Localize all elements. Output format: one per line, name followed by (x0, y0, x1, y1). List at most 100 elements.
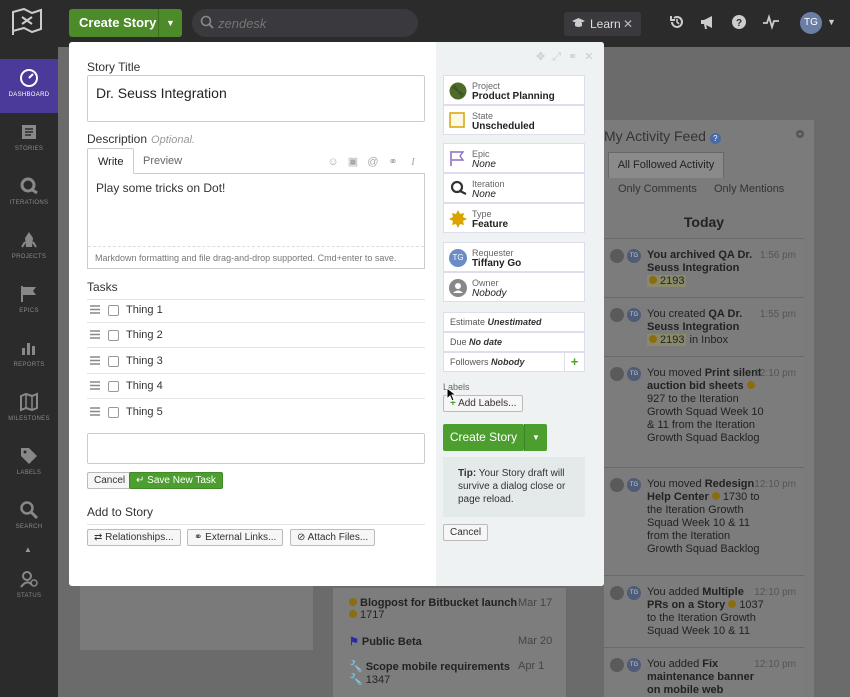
create-story-submit-button[interactable]: Create Story (443, 424, 524, 451)
move-icon[interactable]: ✥ (536, 50, 545, 63)
story-id: 1717 (360, 609, 385, 621)
external-links-button[interactable]: ⚭ External Links... (187, 529, 284, 546)
task-text[interactable]: Thing 1 (126, 304, 163, 316)
nav-item-dashboard[interactable]: DASHBOARD (0, 59, 58, 113)
search-bar[interactable] (192, 9, 418, 37)
activity-item[interactable]: TG 1:55 pm You created QA Dr. Seuss Inte… (604, 297, 804, 356)
task-checkbox[interactable] (108, 305, 119, 316)
nav-item-milestones[interactable]: MILESTONES (0, 383, 58, 437)
state-field[interactable]: State Unscheduled (443, 105, 585, 135)
task-row[interactable]: Thing 5 (87, 400, 425, 425)
cancel-button[interactable]: Cancel (443, 524, 489, 541)
attach-files-button[interactable]: ⊘ Attach Files... (290, 529, 376, 546)
task-row[interactable]: Thing 2 (87, 323, 425, 348)
drag-handle-icon[interactable] (90, 305, 100, 314)
new-task-input[interactable] (87, 433, 425, 464)
expand-icon[interactable]: ⤢ (552, 51, 561, 64)
nav-item-projects[interactable]: PROJECTS (0, 221, 58, 275)
task-text[interactable]: Thing 2 (126, 329, 163, 341)
clubhouse-logo-icon[interactable] (10, 8, 44, 36)
drag-handle-icon[interactable] (90, 356, 100, 365)
drag-handle-icon[interactable] (90, 381, 100, 390)
nav-item-status[interactable]: STATUS (0, 560, 58, 614)
relationships-button[interactable]: ⇄ Relationships... (87, 529, 181, 546)
close-icon[interactable]: ✕ (584, 50, 593, 63)
task-checkbox[interactable] (108, 407, 119, 418)
drag-handle-icon[interactable] (90, 330, 100, 339)
activity-pulse-icon[interactable] (763, 14, 779, 30)
iteration-field[interactable]: Iteration None (443, 173, 585, 203)
nav-label: STORIES (14, 146, 44, 152)
save-new-task-button[interactable]: ↵ Save New Task (129, 472, 223, 489)
user-avatar[interactable]: TG (800, 12, 822, 34)
list-item[interactable]: 🔧 Scope mobile requirements Apr 1 🔧 1347 (349, 660, 544, 686)
tab-write[interactable]: Write (87, 148, 135, 174)
task-text[interactable]: Thing 5 (126, 406, 163, 418)
activity-item[interactable]: TG 12:10 pm You added Multiple PRs on a … (604, 575, 804, 647)
create-story-submit-label: Create Story (449, 430, 518, 444)
activity-item[interactable]: TG 12:10 pm You added Fix maintenance ba… (604, 647, 804, 697)
search-input[interactable] (218, 13, 408, 33)
cancel-task-button[interactable]: Cancel (87, 472, 133, 489)
history-icon[interactable] (669, 14, 685, 30)
projects-icon (21, 232, 37, 248)
story-dot-icon (746, 381, 755, 389)
chevron-down-icon[interactable]: ▼ (827, 17, 836, 27)
task-row[interactable]: Thing 3 (87, 349, 425, 374)
task-checkbox[interactable] (108, 381, 119, 392)
help-icon[interactable]: ? (731, 14, 747, 30)
description-editor[interactable]: Play some tricks on Dot! Markdown format… (87, 173, 425, 269)
list-item-date: Apr 1 (518, 660, 545, 672)
mention-icon[interactable]: @ (367, 156, 379, 168)
relationships-icon: ⇄ (94, 532, 103, 543)
activity-item[interactable]: TG 12:10 pm You moved Print silent aucti… (604, 356, 804, 467)
close-icon[interactable]: ✕ (623, 12, 633, 36)
epic-field[interactable]: Epic None (443, 143, 585, 173)
gear-icon[interactable] (794, 128, 806, 140)
tab-preview[interactable]: Preview (133, 148, 192, 174)
nav-item-epics[interactable]: EPICS (0, 275, 58, 329)
learn-button[interactable]: Learn ✕ (564, 12, 641, 36)
megaphone-icon[interactable] (699, 14, 715, 30)
chevron-down-icon[interactable]: ▼ (158, 9, 182, 37)
drag-handle-icon[interactable] (90, 407, 100, 416)
estimate-field[interactable]: Estimate Unestimated (443, 312, 585, 332)
nav-item-stories[interactable]: STORIES (0, 113, 58, 167)
add-follower-icon[interactable]: + (564, 353, 584, 371)
list-item[interactable]: Blogpost for Bitbucket launch Mar 17 171… (349, 597, 552, 621)
task-checkbox[interactable] (108, 330, 119, 341)
nav-item-labels[interactable]: LABELS (0, 437, 58, 491)
nav-item-iterations[interactable]: ITERATIONS (0, 167, 58, 221)
emoji-icon[interactable]: ☺ (327, 156, 339, 168)
italic-icon[interactable]: I (407, 156, 419, 168)
owner-field[interactable]: Owner Nobody (443, 272, 585, 302)
followers-field[interactable]: Followers Nobody + (443, 352, 585, 372)
chevron-up-icon[interactable]: ▲ (24, 545, 32, 554)
due-field[interactable]: Due No date (443, 332, 585, 352)
create-story-button[interactable]: Create Story ▼ (69, 9, 182, 37)
project-field[interactable]: Project Product Planning (443, 75, 585, 105)
task-checkbox[interactable] (108, 356, 119, 367)
flag-icon: ⚑ (349, 636, 359, 648)
task-text[interactable]: Thing 3 (126, 355, 163, 367)
story-id: 1347 (365, 674, 391, 686)
link-icon[interactable]: ⚭ (568, 50, 577, 63)
activity-item[interactable]: TG 1:56 pm You archived QA Dr. Seuss Int… (604, 238, 804, 297)
image-icon[interactable]: ▣ (347, 155, 359, 168)
task-row[interactable]: Thing 1 (87, 298, 425, 323)
tab-only-mentions[interactable]: Only Mentions (714, 183, 784, 195)
link-icon[interactable]: ⚭ (387, 155, 399, 168)
requester-field[interactable]: TG Requester Tiffany Go (443, 242, 585, 272)
list-item[interactable]: ⚑ Public Beta Mar 20 (349, 635, 552, 648)
nav-item-search[interactable]: SEARCH (0, 491, 58, 545)
chevron-down-icon[interactable]: ▼ (524, 424, 547, 451)
help-icon[interactable]: ? (709, 133, 721, 144)
task-row[interactable]: Thing 4 (87, 374, 425, 399)
activity-item[interactable]: TG 12:10 pm You moved Redesign Help Cent… (604, 467, 804, 575)
type-field[interactable]: Type Feature (443, 203, 585, 233)
tab-all-followed-activity[interactable]: All Followed Activity (608, 152, 724, 178)
nav-item-reports[interactable]: REPORTS (0, 329, 58, 383)
story-title-input[interactable]: Dr. Seuss Integration (87, 75, 425, 122)
task-text[interactable]: Thing 4 (126, 380, 163, 392)
tab-only-comments[interactable]: Only Comments (618, 183, 697, 195)
